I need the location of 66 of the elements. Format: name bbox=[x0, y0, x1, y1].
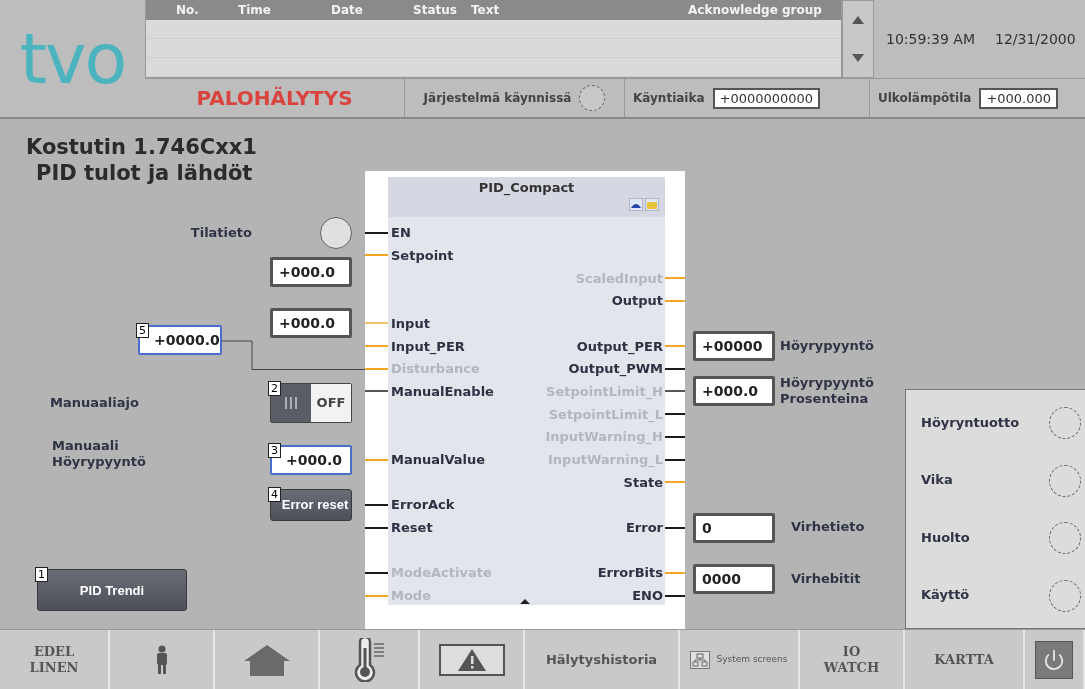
status-label: Järjestelmä käynnissä bbox=[423, 91, 572, 106]
block-title: PID_Compact bbox=[478, 180, 575, 196]
input-pin-label: ErrorAck bbox=[390, 497, 455, 513]
status-label: Huolto bbox=[921, 529, 970, 547]
output-pin-label: Error bbox=[625, 520, 664, 536]
output-pin-label: ENO bbox=[632, 588, 664, 604]
column-header: Date bbox=[331, 3, 364, 17]
input-pin-label: Input bbox=[390, 315, 430, 331]
person-icon bbox=[154, 644, 169, 675]
column-header: No. bbox=[176, 3, 200, 17]
number-badge: 3 bbox=[268, 442, 281, 458]
output-pin-label: Output_PER bbox=[576, 338, 664, 354]
value-field[interactable]: +000.0 bbox=[693, 376, 775, 407]
input-pin-label: ManualEnable bbox=[390, 384, 494, 399]
field-label: Höyrypyyntö Prosenteina bbox=[779, 375, 875, 408]
folder-icon bbox=[645, 198, 659, 212]
clock-time: 10:59:39 AM bbox=[886, 31, 975, 47]
output-pin-label: ErrorBits bbox=[597, 565, 664, 581]
number-badge: 5 bbox=[136, 323, 149, 339]
field-label: Virhebitit bbox=[790, 570, 862, 587]
runtime-label: Käyntiaika bbox=[633, 91, 705, 106]
status-label: Käyttö bbox=[921, 587, 970, 604]
runtime-field: +0000000000 bbox=[712, 87, 821, 109]
input-pin-label: Setpoint bbox=[390, 247, 454, 263]
toggle-label: Manuaaliajo bbox=[49, 394, 140, 411]
field-label: Höyrypyyntö bbox=[779, 338, 875, 355]
value-field[interactable]: +00000 bbox=[693, 331, 775, 362]
value-field[interactable]: 0000 bbox=[693, 563, 775, 594]
page-subtitle: PID tulot ja lähdöt bbox=[36, 161, 254, 186]
output-pin-label: Output bbox=[611, 293, 664, 309]
input-pin-label: ManualValue bbox=[390, 452, 486, 468]
screens-icon bbox=[690, 650, 711, 669]
value-field[interactable]: +000.0 bbox=[270, 308, 352, 339]
value-field[interactable]: 0 bbox=[693, 512, 775, 543]
output-pin-label: Output_PWM bbox=[568, 361, 664, 377]
column-header: Acknowledge group bbox=[688, 3, 823, 17]
scroll-up-icon[interactable] bbox=[852, 16, 864, 24]
lamp-label: Tilatieto bbox=[190, 224, 253, 241]
status-label: Vika bbox=[921, 472, 953, 489]
logo: tvo bbox=[19, 23, 126, 94]
temperature-field: +000.000 bbox=[979, 87, 1059, 109]
page-title: Kostutin 1.746Cxx1 bbox=[26, 135, 258, 160]
value-field[interactable]: +000.0 bbox=[270, 257, 352, 288]
caret-icon[interactable] bbox=[520, 599, 530, 604]
scroll-bar[interactable] bbox=[842, 0, 874, 78]
alarm-title: PALOHÄLYTYS bbox=[196, 86, 353, 111]
output-pin-label: State bbox=[623, 474, 664, 490]
input-pin-label: Input_PER bbox=[390, 338, 465, 354]
block-icon bbox=[629, 198, 643, 212]
scroll-down-icon[interactable] bbox=[852, 54, 864, 62]
number-badge: 1 bbox=[35, 567, 48, 582]
status-label: Höyryntuotto bbox=[921, 414, 1020, 432]
clock-date: 12/31/2000 bbox=[995, 31, 1076, 47]
column-header: Status bbox=[413, 3, 458, 17]
field-label: Manuaali Höyrypyyntö bbox=[51, 437, 147, 471]
column-header: Text bbox=[471, 3, 501, 17]
warning-icon bbox=[438, 643, 505, 676]
number-badge: 4 bbox=[268, 486, 281, 502]
number-badge: 2 bbox=[268, 380, 281, 396]
input-pin-label: Reset bbox=[390, 520, 433, 536]
temperature-label: Ulkolämpötila bbox=[878, 91, 972, 106]
column-header: Time bbox=[238, 3, 272, 17]
field-label: Virhetieto bbox=[790, 519, 866, 536]
power-icon bbox=[1035, 640, 1073, 679]
grip-icon bbox=[284, 395, 298, 410]
input-pin-label: EN bbox=[390, 225, 411, 241]
